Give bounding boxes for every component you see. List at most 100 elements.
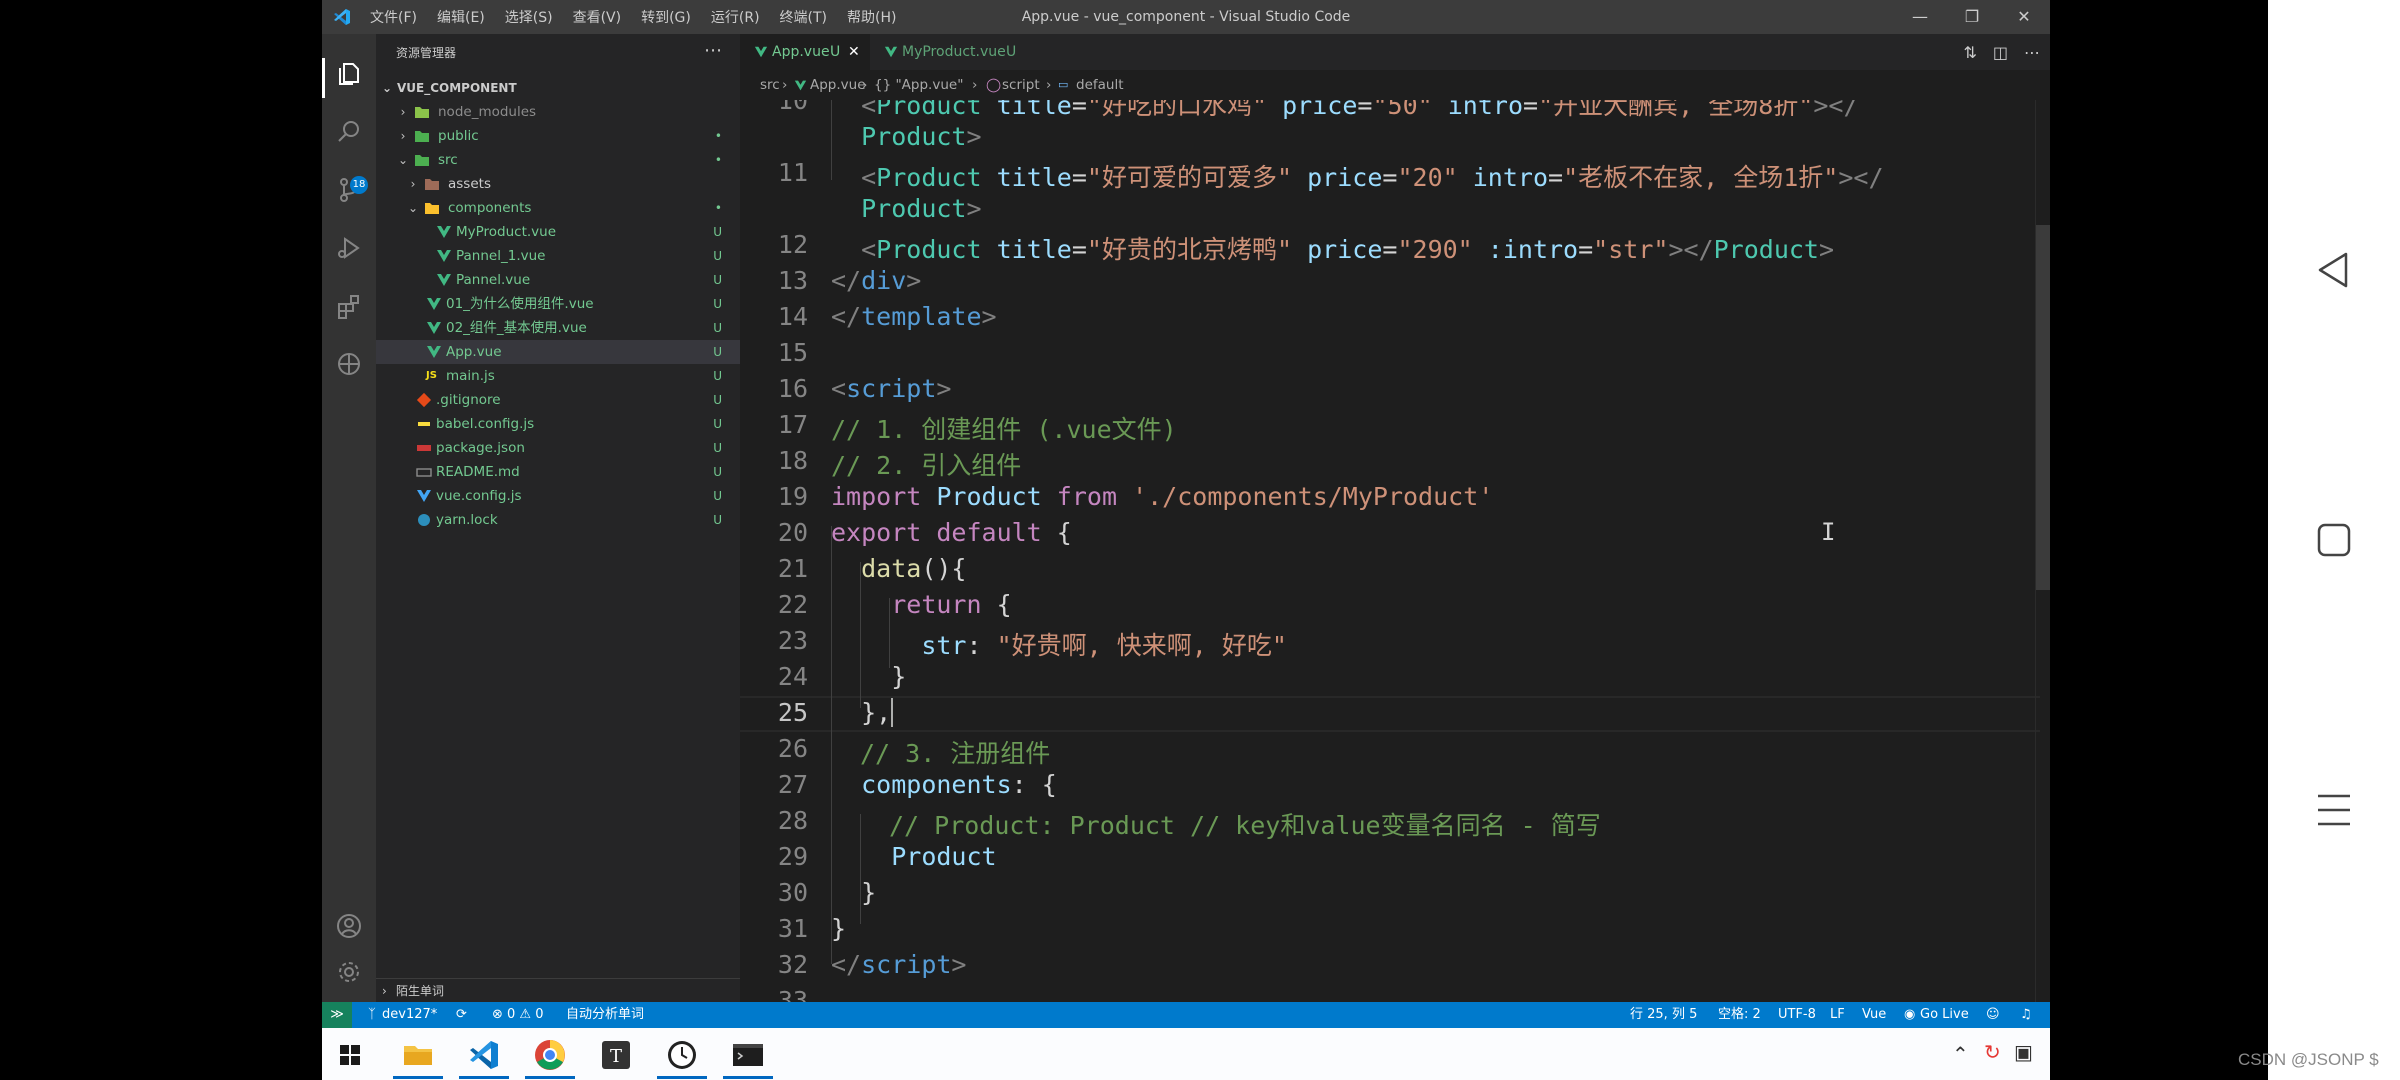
tree-item-app-vue[interactable]: App.vue U xyxy=(376,340,740,364)
problems-indicator[interactable]: ⊗ 0 ⚠ 0 xyxy=(492,1002,544,1028)
tree-item-babel-config[interactable]: babel.config.js U xyxy=(376,412,740,436)
tab-app-vue[interactable]: App.vue U ✕ xyxy=(740,34,870,70)
breadcrumb-object[interactable]: {} "App.vue" xyxy=(874,70,963,100)
menu-selection[interactable]: 选择(S) xyxy=(505,7,553,27)
menu-help[interactable]: 帮助(H) xyxy=(847,7,896,27)
menu-run[interactable]: 运行(R) xyxy=(711,7,760,27)
folder-icon xyxy=(425,179,439,190)
run-debug-icon[interactable] xyxy=(335,234,363,262)
notifications-bell-icon[interactable]: ♫ xyxy=(2020,1002,2032,1028)
code-editor[interactable]: 10 11 12 13 14 15 16 17 18 19 20 21 22 2… xyxy=(740,100,2050,1002)
tree-item-gitignore[interactable]: .gitignore U xyxy=(376,388,740,412)
tree-item-pannel-1-vue[interactable]: Pannel_1.vue U xyxy=(376,244,740,268)
cursor-position[interactable]: 行 25, 列 5 xyxy=(1630,1002,1697,1028)
sync-icon[interactable]: ⟳ xyxy=(456,1002,467,1028)
tree-item-package-json[interactable]: package.json U xyxy=(376,436,740,460)
vscode-taskbar-icon[interactable] xyxy=(466,1037,502,1073)
tree-item-assets[interactable]: › assets xyxy=(376,172,740,196)
feedback-icon[interactable]: ☺ xyxy=(1986,1002,2000,1028)
tab-myproduct-vue[interactable]: MyProduct.vue U xyxy=(870,34,1030,70)
tree-item-02-vue[interactable]: 02_组件_基本使用.vue U xyxy=(376,316,740,340)
restore-button[interactable]: ❐ xyxy=(1946,0,1998,34)
menu-go[interactable]: 转到(G) xyxy=(641,7,691,27)
chevron-right-icon: › xyxy=(400,129,406,143)
breadcrumb-script[interactable]: script xyxy=(1002,70,1040,100)
indentation[interactable]: 空格: 2 xyxy=(1718,1002,1761,1028)
search-icon[interactable] xyxy=(335,118,363,146)
menu-terminal[interactable]: 终端(T) xyxy=(780,7,827,27)
recent-apps-menu-icon[interactable] xyxy=(2314,790,2354,830)
remote-explorer-icon[interactable] xyxy=(335,350,363,378)
more-actions-icon[interactable]: ⋯ xyxy=(2024,43,2040,62)
tree-item-src[interactable]: ⌄ src • xyxy=(376,148,740,172)
menu-file[interactable]: 文件(F) xyxy=(370,7,417,27)
watermark: CSDN @JSONP $ xyxy=(2238,1050,2379,1069)
tree-item-yarn-lock[interactable]: yarn.lock U xyxy=(376,508,740,532)
encoding[interactable]: UTF-8 xyxy=(1778,1002,1816,1028)
account-icon[interactable] xyxy=(335,912,363,940)
tree-item-pannel-vue[interactable]: Pannel.vue U xyxy=(376,268,740,292)
explorer-icon[interactable] xyxy=(335,60,363,88)
tree-item-public[interactable]: › public • xyxy=(376,124,740,148)
close-tab-icon[interactable]: ✕ xyxy=(848,34,860,70)
chevron-right-icon: › xyxy=(862,77,868,93)
compare-changes-icon[interactable]: ⇅ xyxy=(1963,43,1976,62)
git-branch[interactable]: dev127* xyxy=(382,1002,437,1028)
tree-item-readme[interactable]: README.md U xyxy=(376,460,740,484)
breadcrumb-default[interactable]: default xyxy=(1076,70,1124,100)
typora-icon[interactable]: T xyxy=(598,1037,634,1073)
chevron-down-icon: ⌄ xyxy=(407,201,419,215)
code-comment: // Product: Product // key和value变量名同名 - … xyxy=(889,811,1601,840)
text-cursor xyxy=(891,698,894,727)
go-live-button[interactable]: Go Live xyxy=(1920,1002,1969,1028)
word-analysis-status[interactable]: 自动分析单词 xyxy=(566,1002,644,1028)
close-button[interactable]: ✕ xyxy=(1998,0,2050,34)
tree-item-myproduct-vue[interactable]: MyProduct.vue U xyxy=(376,220,740,244)
workspace-root[interactable]: ⌄ VUE_COMPONENT xyxy=(376,76,740,100)
split-editor-icon[interactable]: ◫ xyxy=(1993,43,2008,62)
breadcrumb: src › App.vue › {} "App.vue" › ◯ script … xyxy=(740,70,2050,100)
chevron-down-icon: ⌄ xyxy=(382,81,393,95)
vertical-scrollbar-thumb[interactable] xyxy=(2036,225,2050,590)
sync-tray-icon[interactable]: ↻ xyxy=(1984,1040,2001,1064)
code-line: } xyxy=(891,662,907,691)
vscode-logo-icon xyxy=(334,9,350,25)
line-number: 29 xyxy=(777,842,808,871)
chevron-right-icon: › xyxy=(410,177,416,191)
extensions-icon[interactable] xyxy=(335,292,363,320)
file-explorer-icon[interactable] xyxy=(400,1037,436,1073)
outline-section[interactable]: › 陌生单词 xyxy=(376,978,740,1003)
end-of-line[interactable]: LF xyxy=(1830,1002,1845,1028)
home-icon[interactable] xyxy=(2316,522,2352,558)
menu-bar: 文件(F) 编辑(E) 选择(S) 查看(V) 转到(G) 运行(R) 终端(T… xyxy=(370,0,916,34)
breadcrumb-file[interactable]: App.vue xyxy=(810,70,866,100)
settings-gear-icon[interactable] xyxy=(335,958,363,986)
tree-item-main-js[interactable]: JS main.js U xyxy=(376,364,740,388)
taskbar-active-indicator xyxy=(459,1076,509,1079)
code-line: export default { xyxy=(831,518,1072,547)
tree-item-vue-config[interactable]: vue.config.js U xyxy=(376,484,740,508)
minimize-button[interactable]: — xyxy=(1894,0,1946,34)
line-number: 22 xyxy=(777,590,808,619)
folder-open-icon xyxy=(415,155,429,166)
tree-item-node-modules[interactable]: › node_modules xyxy=(376,100,740,124)
back-icon[interactable] xyxy=(2314,250,2354,290)
chevron-up-icon[interactable]: ⌃ xyxy=(1952,1042,1969,1066)
windows-start-icon[interactable] xyxy=(332,1037,368,1073)
chrome-icon[interactable] xyxy=(532,1037,568,1073)
network-tray-icon[interactable]: ▣ xyxy=(2014,1040,2033,1064)
menu-edit[interactable]: 编辑(E) xyxy=(437,7,485,27)
clock-app-icon[interactable] xyxy=(664,1037,700,1073)
window-controls: — ❐ ✕ xyxy=(1894,0,2050,34)
tree-item-01-vue[interactable]: 01_为什么使用组件.vue U xyxy=(376,292,740,316)
menu-view[interactable]: 查看(V) xyxy=(573,7,622,27)
chevron-right-icon: › xyxy=(382,984,387,998)
language-mode[interactable]: Vue xyxy=(1862,1002,1886,1028)
terminal-icon[interactable] xyxy=(730,1037,766,1073)
breadcrumb-src[interactable]: src xyxy=(760,70,780,100)
taskbar-running-indicator xyxy=(657,1076,707,1079)
npm-file-icon xyxy=(417,445,431,451)
more-actions-icon[interactable]: ⋯ xyxy=(704,34,722,68)
tree-item-components[interactable]: ⌄ components • xyxy=(376,196,740,220)
remote-indicator-icon[interactable]: ≫ xyxy=(322,1002,352,1028)
